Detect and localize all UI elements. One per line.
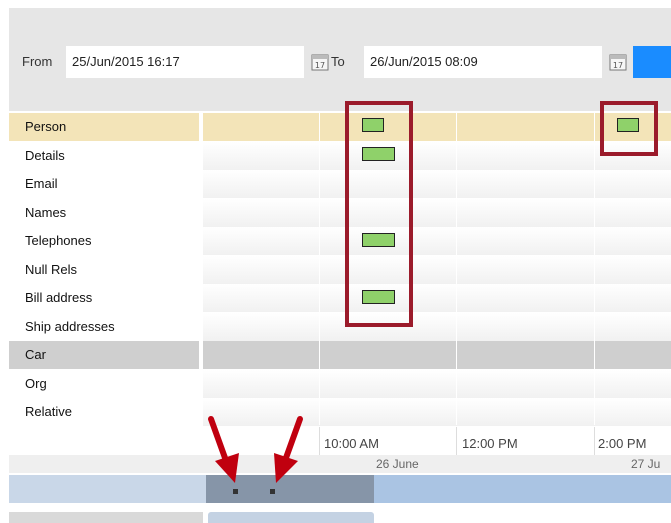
to-label: To: [331, 54, 345, 69]
grid-divider: [456, 113, 457, 425]
row-label[interactable]: Relative: [9, 398, 199, 426]
time-tick-label: 10:00 AM: [324, 436, 379, 451]
timeline-row: [203, 170, 671, 198]
bottom-strip: [9, 512, 203, 523]
calendar-icon[interactable]: 17: [311, 53, 329, 71]
row-label[interactable]: Details: [9, 142, 199, 170]
timeline-row: [203, 341, 671, 369]
row-label[interactable]: Bill address: [9, 284, 199, 312]
row-label[interactable]: Org: [9, 370, 199, 398]
callout-box: [600, 101, 658, 156]
row-label[interactable]: Car: [9, 341, 199, 369]
apply-button[interactable]: [633, 46, 671, 78]
arrow-icon: [208, 416, 239, 483]
timeline-row: [203, 284, 671, 312]
from-label: From: [22, 54, 53, 69]
timeline-row: [203, 313, 671, 341]
row-label[interactable]: Email: [9, 170, 199, 198]
overview-range: [374, 475, 671, 503]
timeline-row: [203, 199, 671, 227]
overview-handle[interactable]: [233, 489, 238, 494]
grid-divider: [594, 113, 595, 425]
axis-tick-mark: [594, 427, 595, 455]
row-label[interactable]: Person: [9, 113, 199, 141]
row-label[interactable]: Ship addresses: [9, 313, 199, 341]
grid-divider: [202, 113, 203, 425]
calendar-icon[interactable]: 17: [609, 53, 627, 71]
row-label[interactable]: Telephones: [9, 227, 199, 255]
svg-text:17: 17: [315, 61, 325, 70]
axis-tick-mark: [319, 427, 320, 455]
axis-tick-mark: [456, 427, 457, 455]
date-label: 27 Ju: [631, 457, 661, 471]
row-label[interactable]: Names: [9, 199, 199, 227]
date-label: 26 June: [376, 457, 419, 471]
to-date-input[interactable]: 26/Jun/2015 08:09: [364, 46, 602, 78]
svg-text:17: 17: [613, 61, 623, 70]
from-date-input[interactable]: 25/Jun/2015 16:17: [66, 46, 304, 78]
callout-box: [345, 101, 413, 327]
timeline-row: [203, 227, 671, 255]
timeline-row: [203, 370, 671, 398]
row-label[interactable]: Null Rels: [9, 256, 199, 284]
grid-divider: [319, 113, 320, 425]
date-strip: [9, 455, 671, 473]
arrow-icon: [274, 416, 303, 483]
time-tick-label: 2:00 PM: [598, 436, 647, 451]
overview-handle[interactable]: [270, 489, 275, 494]
scroll-thumb[interactable]: [208, 512, 374, 523]
time-tick-label: 12:00 PM: [462, 436, 518, 451]
timeline-row: [203, 256, 671, 284]
